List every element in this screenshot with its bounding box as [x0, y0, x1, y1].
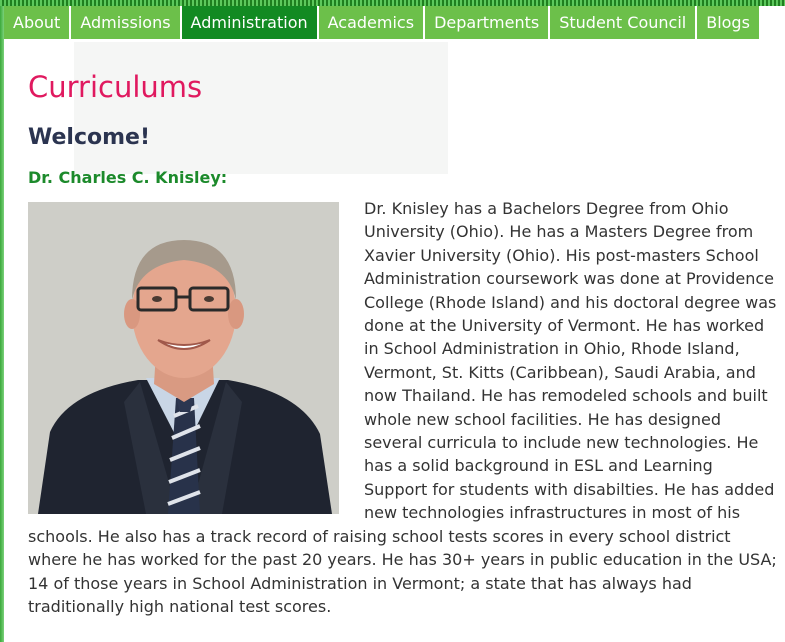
nav-item-departments[interactable]: Departments: [425, 6, 551, 39]
nav-item-about[interactable]: About: [4, 6, 72, 39]
image-float-spacer: [28, 197, 364, 519]
nav-item-academics[interactable]: Academics: [318, 6, 426, 39]
welcome-heading: Welcome!: [28, 125, 150, 150]
bio-paragraph: Dr. Knisley has a Bachelors Degree from …: [28, 197, 778, 618]
nav-item-administration[interactable]: Administration: [181, 6, 319, 39]
nav-item-blogs[interactable]: Blogs: [697, 6, 759, 39]
page: About Admissions Administration Academic…: [0, 0, 785, 642]
page-title: Curriculums: [28, 70, 203, 104]
nav-item-student-council[interactable]: Student Council: [550, 6, 698, 39]
person-name-heading: Dr. Charles C. Knisley:: [28, 168, 228, 187]
faded-dropdown-overlay: [74, 42, 448, 174]
main-nav: About Admissions Administration Academic…: [4, 6, 759, 39]
left-border-strip: [0, 6, 4, 642]
nav-item-admissions[interactable]: Admissions: [71, 6, 182, 39]
